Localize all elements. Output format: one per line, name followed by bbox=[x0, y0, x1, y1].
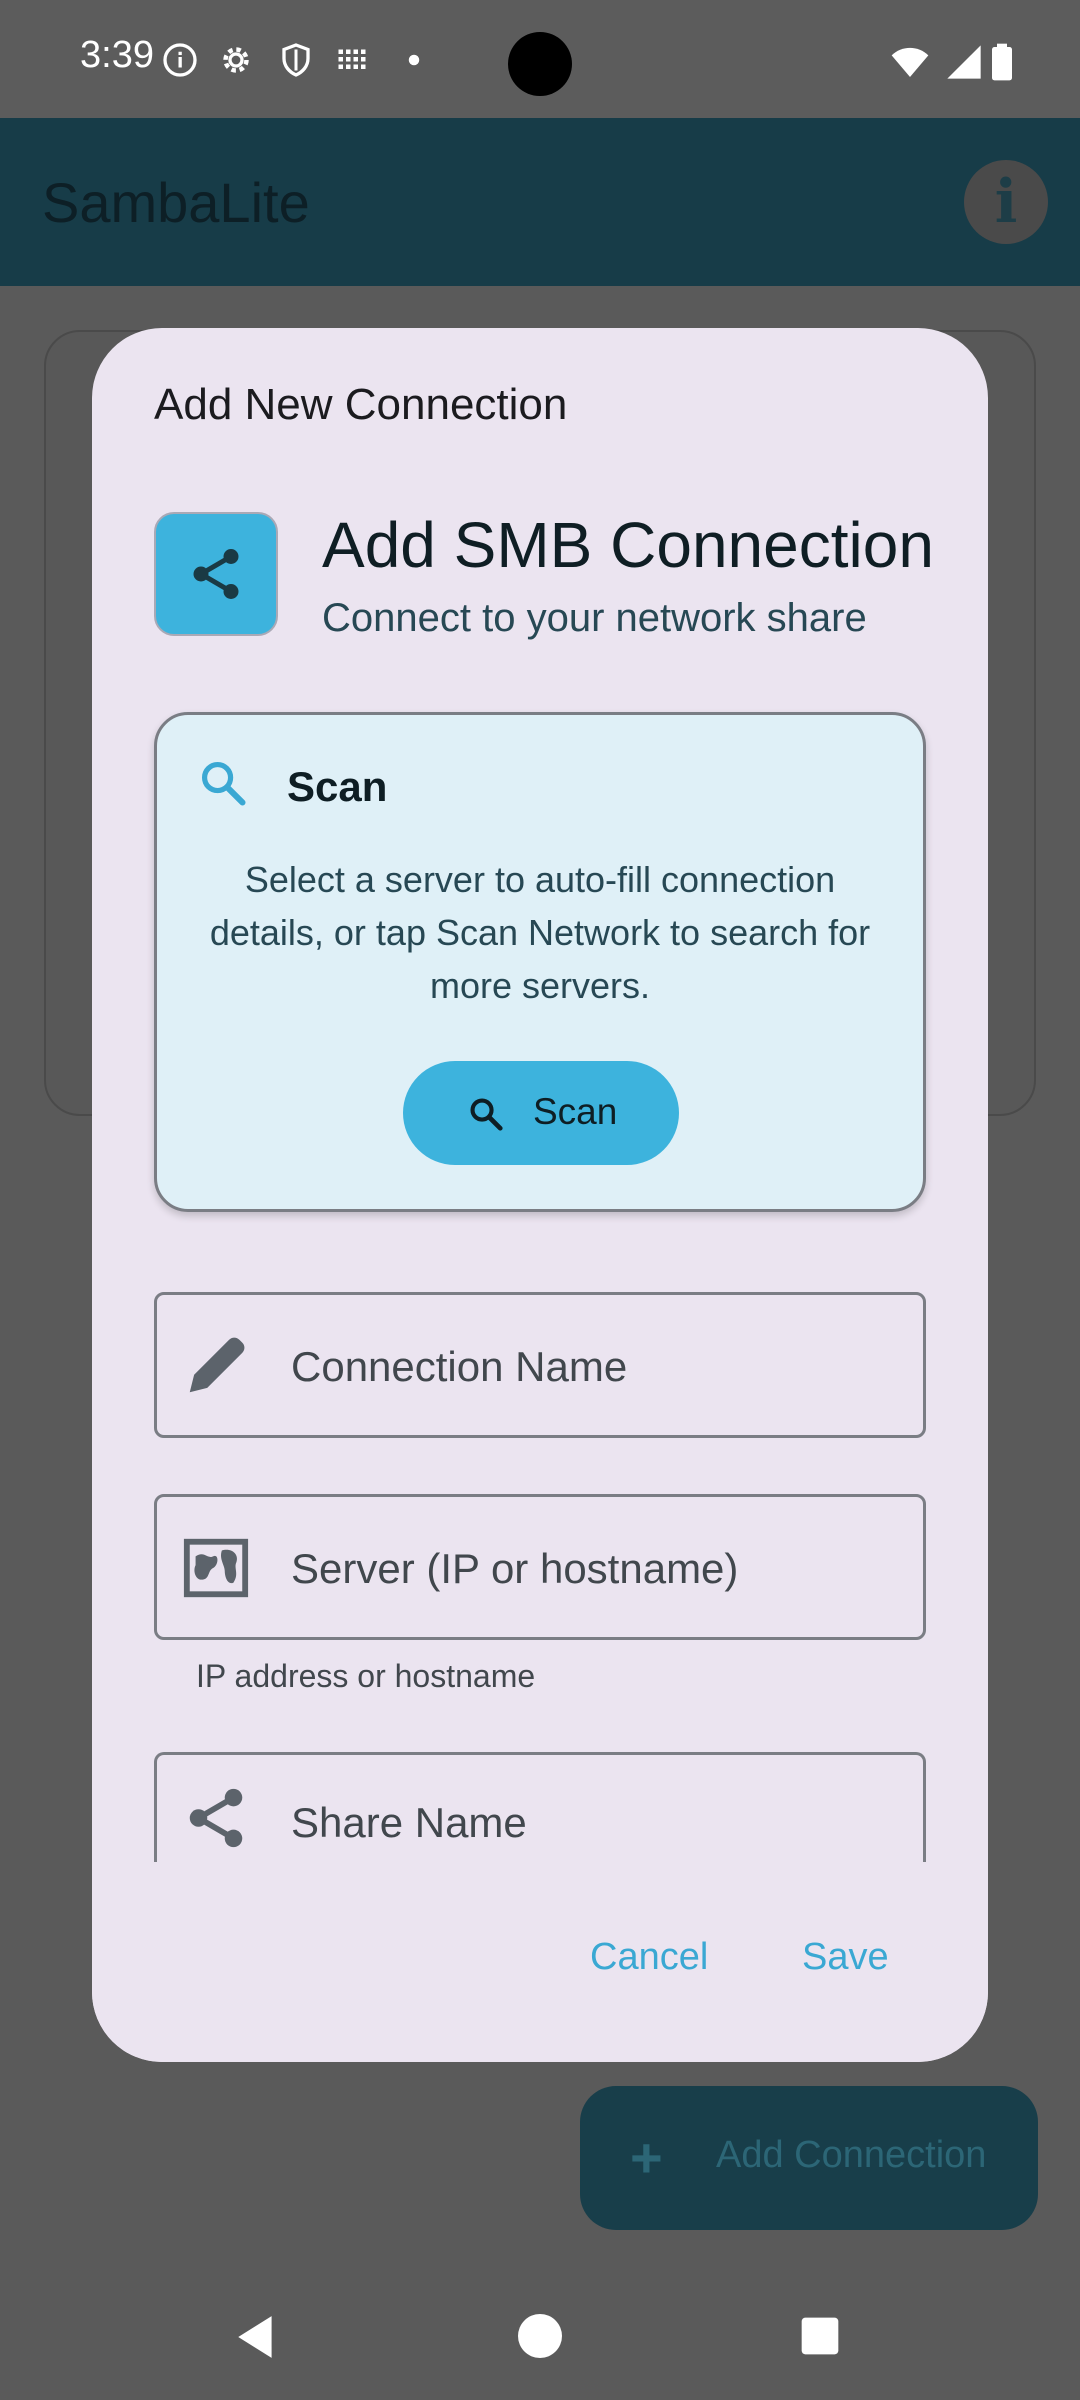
server-placeholder: Server (IP or hostname) bbox=[291, 1545, 739, 1592]
scan-title: Scan bbox=[287, 763, 388, 810]
search-icon bbox=[470, 1098, 503, 1131]
add-connection-dialog: Add New Connection Add SMB Connection Co… bbox=[92, 328, 988, 2062]
server-field[interactable]: Server (IP or hostname) bbox=[154, 1494, 926, 1640]
settings-gear-icon bbox=[223, 47, 249, 73]
wifi-icon bbox=[891, 47, 929, 77]
fab-label: Add Connection bbox=[716, 2134, 987, 2176]
header-subtitle: Connect to your network share bbox=[322, 596, 867, 640]
connection-name-placeholder: Connection Name bbox=[291, 1343, 628, 1390]
info-button[interactable]: i bbox=[964, 160, 1048, 244]
camera-cutout bbox=[508, 32, 572, 96]
signal-icon bbox=[947, 45, 981, 79]
header-title: Add SMB Connection bbox=[322, 509, 934, 581]
status-time: 3:39 bbox=[80, 34, 154, 76]
plus-icon: + bbox=[630, 2126, 663, 2189]
grid-icon bbox=[338, 49, 366, 69]
navigation-bar bbox=[0, 2280, 1080, 2400]
share-icon bbox=[189, 1788, 243, 1848]
scan-button[interactable]: Scan bbox=[403, 1061, 679, 1165]
share-icon bbox=[193, 549, 239, 599]
share-name-placeholder: Share Name bbox=[291, 1799, 527, 1846]
shield-icon bbox=[282, 43, 310, 77]
share-icon-tile bbox=[154, 512, 278, 636]
network-map-icon bbox=[183, 1538, 249, 1598]
battery-icon bbox=[992, 43, 1012, 81]
back-icon[interactable] bbox=[232, 2310, 282, 2364]
dialog-title: Add New Connection bbox=[154, 380, 568, 429]
connection-name-field[interactable]: Connection Name bbox=[154, 1292, 926, 1438]
server-helper-text: IP address or hostname bbox=[196, 1658, 536, 1694]
scan-description: Select a server to auto-fill connection … bbox=[209, 859, 871, 1006]
save-button[interactable]: Save bbox=[802, 1936, 889, 1979]
info-icon bbox=[163, 43, 197, 77]
home-icon[interactable] bbox=[516, 2312, 564, 2360]
info-icon: i bbox=[994, 167, 1018, 237]
search-icon bbox=[201, 761, 246, 806]
cancel-button[interactable]: Cancel bbox=[590, 1936, 708, 1979]
dot-icon bbox=[408, 54, 420, 66]
scan-card: Scan Select a server to auto-fill connec… bbox=[154, 712, 926, 1212]
recents-icon[interactable] bbox=[798, 2314, 842, 2358]
scan-button-label: Scan bbox=[533, 1091, 618, 1132]
pencil-icon bbox=[189, 1337, 245, 1393]
app-title: SambaLite bbox=[42, 171, 310, 234]
